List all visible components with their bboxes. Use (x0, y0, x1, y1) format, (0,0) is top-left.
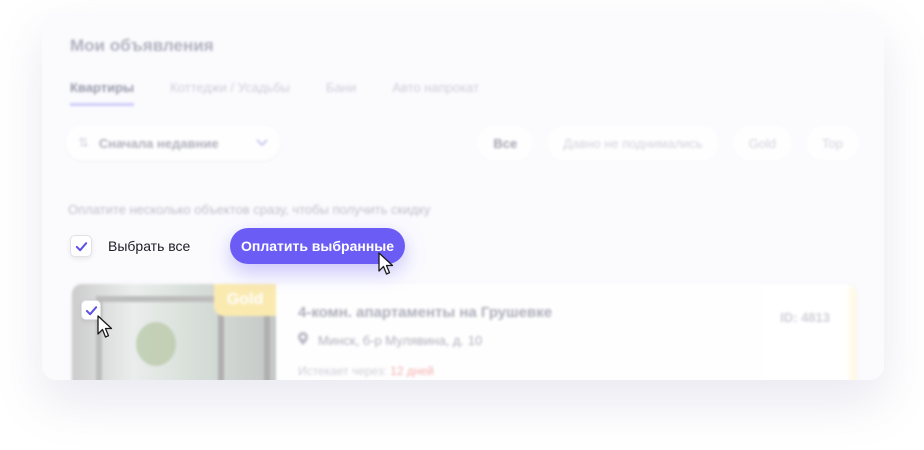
listing-address: Минск, б-р Мулявина, д. 10 (298, 332, 482, 348)
listing-title[interactable]: 4-комн. апартаменты на Грушевке (298, 304, 552, 321)
tab-apartments[interactable]: Квартиры (70, 80, 135, 106)
listing-expiry: Истекает через: 12 дней (298, 364, 434, 378)
expiry-label: Истекает через: (298, 364, 387, 378)
filter-all[interactable]: Все (478, 126, 533, 160)
listing-id: ID: 4813 (780, 310, 830, 325)
chevron-down-icon (256, 136, 268, 150)
plant-image (136, 322, 176, 366)
select-all-checkbox[interactable] (70, 235, 92, 257)
sort-label: Сначала недавние (98, 135, 219, 151)
checkmark-icon (85, 305, 97, 315)
filter-not-raised[interactable]: Давно не поднимались (548, 126, 718, 160)
card-highlight (846, 284, 856, 380)
listing-card[interactable]: Gold 4-комн. апартаменты на Грушевке ID:… (72, 284, 856, 380)
filter-gold[interactable]: Gold (733, 126, 792, 160)
checkmark-icon (75, 241, 87, 251)
gold-badge: Gold (214, 284, 276, 316)
sort-icon: ⇅ (78, 135, 89, 150)
sort-dropdown[interactable]: ⇅ Сначала недавние (66, 126, 280, 160)
mouse-cursor-icon (378, 252, 394, 275)
discount-hint: Оплатите несколько объектов сразу, чтобы… (68, 202, 431, 217)
tab-saunas[interactable]: Бани (326, 80, 356, 106)
address-text: Минск, б-р Мулявина, д. 10 (318, 332, 483, 348)
select-all[interactable]: Выбрать все (70, 235, 190, 257)
blurred-background: Мои объявления Квартиры Коттеджи / Усадь… (42, 12, 884, 380)
tab-cottages[interactable]: Коттеджи / Усадьбы (170, 80, 290, 106)
page-title: Мои объявления (70, 36, 214, 55)
expiry-value: 12 дней (390, 364, 434, 378)
filter-top[interactable]: Top (807, 126, 858, 160)
select-all-label: Выбрать все (108, 238, 191, 254)
tab-car-rental[interactable]: Авто напрокат (392, 80, 479, 106)
listings-panel: Мои объявления Квартиры Коттеджи / Усадь… (42, 12, 884, 380)
filter-chips: Все Давно не поднимались Gold Top (478, 126, 858, 160)
category-tabs: Квартиры Коттеджи / Усадьбы Бани Авто на… (70, 80, 479, 106)
mouse-cursor-icon (97, 315, 113, 338)
location-pin-icon (298, 332, 308, 348)
